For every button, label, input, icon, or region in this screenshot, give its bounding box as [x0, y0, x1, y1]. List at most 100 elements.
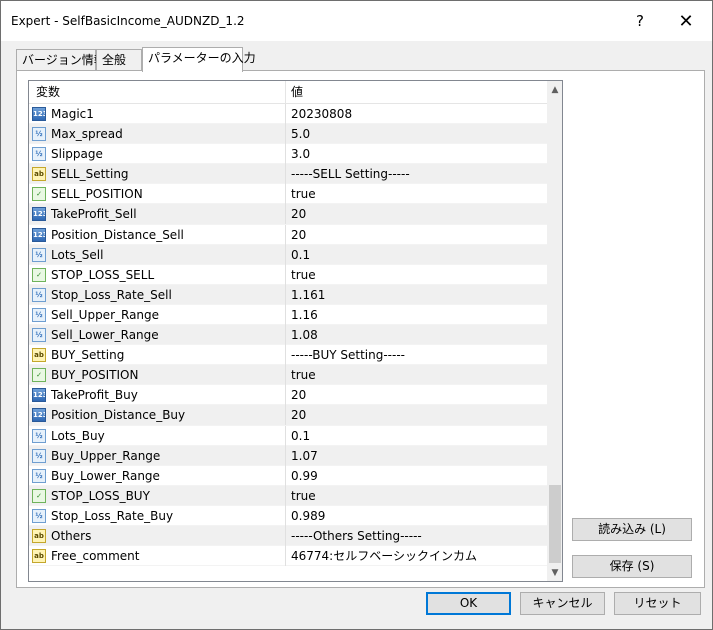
parameters-panel: 変数 値 123 Magic1 20230808 ½ Max_spread 5.0 ½ Sli…	[16, 70, 705, 588]
parameter-name-cell[interactable]: ✓ STOP_LOSS_BUY	[29, 485, 286, 506]
parameter-name-cell[interactable]: ½ Stop_Loss_Rate_Buy	[29, 505, 286, 526]
table-row[interactable]: ✓ STOP_LOSS_BUY true	[29, 485, 547, 506]
table-row[interactable]: ½ Buy_Upper_Range 1.07	[29, 445, 547, 466]
parameter-value-cell[interactable]: 5.0	[286, 124, 547, 144]
tab-general[interactable]: 全般	[96, 49, 142, 71]
cancel-button[interactable]: キャンセル	[520, 592, 605, 615]
parameter-value-cell[interactable]: true	[286, 365, 547, 385]
double-type-icon: ½	[32, 247, 46, 262]
table-row[interactable]: ½ Stop_Loss_Rate_Sell 1.161	[29, 284, 547, 305]
load-button[interactable]: 読み込み (L)	[572, 518, 692, 541]
parameter-name-cell[interactable]: ½ Sell_Lower_Range	[29, 325, 286, 346]
parameter-name-cell[interactable]: ½ Slippage	[29, 144, 286, 165]
parameter-value-cell[interactable]: 1.16	[286, 305, 547, 325]
parameter-value-cell[interactable]: true	[286, 184, 547, 204]
parameter-value-cell[interactable]: -----BUY Setting-----	[286, 345, 547, 365]
parameter-name-cell[interactable]: ✓ SELL_POSITION	[29, 184, 286, 205]
parameter-value-cell[interactable]: 20230808	[286, 104, 547, 124]
parameter-value-cell[interactable]: 0.1	[286, 426, 547, 446]
parameter-value-cell[interactable]: 46774:セルフベーシックインカム	[286, 546, 547, 566]
table-row[interactable]: ✓ SELL_POSITION true	[29, 184, 547, 205]
parameter-name: Max_spread	[51, 127, 123, 142]
parameter-name-cell[interactable]: ½ Stop_Loss_Rate_Sell	[29, 284, 286, 305]
parameter-value-cell[interactable]: 20	[286, 204, 547, 224]
tab-input-parameters[interactable]: パラメーターの入力	[142, 47, 256, 72]
table-row[interactable]: ½ Max_spread 5.0	[29, 124, 547, 145]
parameter-name: Stop_Loss_Rate_Buy	[51, 508, 174, 523]
parameter-value-cell[interactable]: 0.99	[286, 466, 547, 486]
parameter-name: BUY_Setting	[51, 348, 125, 363]
parameter-name-cell[interactable]: 123 Magic1	[29, 104, 286, 124]
vertical-scrollbar[interactable]: ▲ ▼	[547, 81, 562, 581]
tab-version-info[interactable]: バージョン情報	[16, 49, 106, 71]
table-row[interactable]: 123 Position_Distance_Sell 20	[29, 224, 547, 245]
table-row[interactable]: ✓ BUY_POSITION true	[29, 365, 547, 386]
table-row[interactable]: ab Free_comment 46774:セルフベーシックインカム	[29, 546, 547, 567]
table-row[interactable]: ½ Stop_Loss_Rate_Buy 0.989	[29, 505, 547, 526]
help-button[interactable]: ?	[621, 7, 659, 35]
parameter-name-cell[interactable]: 123 TakeProfit_Buy	[29, 385, 286, 406]
parameter-name: SELL_Setting	[51, 167, 129, 182]
table-row[interactable]: ½ Lots_Sell 0.1	[29, 244, 547, 265]
bool-type-icon: ✓	[32, 488, 46, 503]
parameter-value-cell[interactable]: 3.0	[286, 144, 547, 164]
table-row[interactable]: ½ Slippage 3.0	[29, 144, 547, 165]
parameter-name-cell[interactable]: ab BUY_Setting	[29, 345, 286, 366]
parameter-name-cell[interactable]: ab Others	[29, 525, 286, 546]
table-row[interactable]: ½ Buy_Lower_Range 0.99	[29, 465, 547, 486]
parameter-name-cell[interactable]: 123 Position_Distance_Buy	[29, 405, 286, 426]
table-row[interactable]: 123 TakeProfit_Buy 20	[29, 385, 547, 406]
scroll-down-arrow-icon[interactable]: ▼	[547, 564, 562, 581]
window-title: Expert - SelfBasicIncome_AUDNZD_1.2	[11, 14, 245, 28]
table-row[interactable]: 123 Position_Distance_Buy 20	[29, 405, 547, 426]
parameter-value-cell[interactable]: true	[286, 486, 547, 506]
parameter-name-cell[interactable]: ab SELL_Setting	[29, 164, 286, 185]
parameter-name-cell[interactable]: ½ Buy_Lower_Range	[29, 465, 286, 486]
parameter-name-cell[interactable]: ½ Lots_Sell	[29, 244, 286, 265]
parameter-value-cell[interactable]: 1.08	[286, 325, 547, 345]
table-row[interactable]: ab BUY_Setting -----BUY Setting-----	[29, 345, 547, 366]
scroll-thumb[interactable]	[549, 485, 561, 563]
column-header-value[interactable]: 値	[286, 81, 547, 103]
parameter-value-cell[interactable]: -----SELL Setting-----	[286, 164, 547, 184]
string-type-icon: ab	[32, 528, 46, 543]
parameter-value-cell[interactable]: 20	[286, 405, 547, 425]
double-type-icon: ½	[32, 127, 46, 142]
table-row[interactable]: 123 TakeProfit_Sell 20	[29, 204, 547, 225]
parameter-name: TakeProfit_Sell	[51, 207, 137, 222]
table-row[interactable]: ½ Sell_Upper_Range 1.16	[29, 304, 547, 326]
parameter-value-cell[interactable]: 20	[286, 225, 547, 245]
parameter-value-cell[interactable]: 0.989	[286, 506, 547, 526]
parameter-name-cell[interactable]: 123 Position_Distance_Sell	[29, 224, 286, 245]
column-header-variable[interactable]: 変数	[29, 81, 286, 103]
parameter-name-cell[interactable]: 123 TakeProfit_Sell	[29, 204, 286, 225]
parameter-name-cell[interactable]: ½ Sell_Upper_Range	[29, 304, 286, 325]
table-row[interactable]: ab Others -----Others Setting-----	[29, 525, 547, 547]
parameter-value-cell[interactable]: 1.161	[286, 285, 547, 305]
table-row[interactable]: ab SELL_Setting -----SELL Setting-----	[29, 164, 547, 185]
double-type-icon: ½	[32, 307, 46, 322]
close-button[interactable]: ✕	[667, 7, 705, 35]
double-type-icon: ½	[32, 448, 46, 463]
ok-button[interactable]: OK	[426, 592, 511, 615]
parameter-name-cell[interactable]: ½ Buy_Upper_Range	[29, 445, 286, 466]
parameter-value-cell[interactable]: 0.1	[286, 245, 547, 265]
table-row[interactable]: ✓ STOP_LOSS_SELL true	[29, 264, 547, 285]
parameter-name-cell[interactable]: ✓ STOP_LOSS_SELL	[29, 264, 286, 285]
parameter-value-cell[interactable]: 1.07	[286, 446, 547, 466]
table-row[interactable]: 123 Magic1 20230808	[29, 104, 547, 125]
parameter-value-cell[interactable]: 20	[286, 385, 547, 405]
parameter-value-cell[interactable]: true	[286, 265, 547, 285]
reset-button[interactable]: リセット	[614, 592, 701, 615]
table-row[interactable]: ½ Lots_Buy 0.1	[29, 425, 547, 446]
table-row[interactable]: ½ Sell_Lower_Range 1.08	[29, 325, 547, 346]
parameter-value-cell[interactable]: -----Others Setting-----	[286, 526, 547, 546]
scroll-up-arrow-icon[interactable]: ▲	[547, 81, 562, 98]
int-type-icon: 123	[32, 227, 46, 242]
parameters-grid: 変数 値 123 Magic1 20230808 ½ Max_spread 5.0 ½ Sli…	[28, 80, 563, 582]
parameter-name-cell[interactable]: ab Free_comment	[29, 546, 286, 567]
parameter-name-cell[interactable]: ✓ BUY_POSITION	[29, 365, 286, 386]
parameter-name-cell[interactable]: ½ Max_spread	[29, 124, 286, 145]
parameter-name-cell[interactable]: ½ Lots_Buy	[29, 425, 286, 446]
save-button[interactable]: 保存 (S)	[572, 555, 692, 578]
